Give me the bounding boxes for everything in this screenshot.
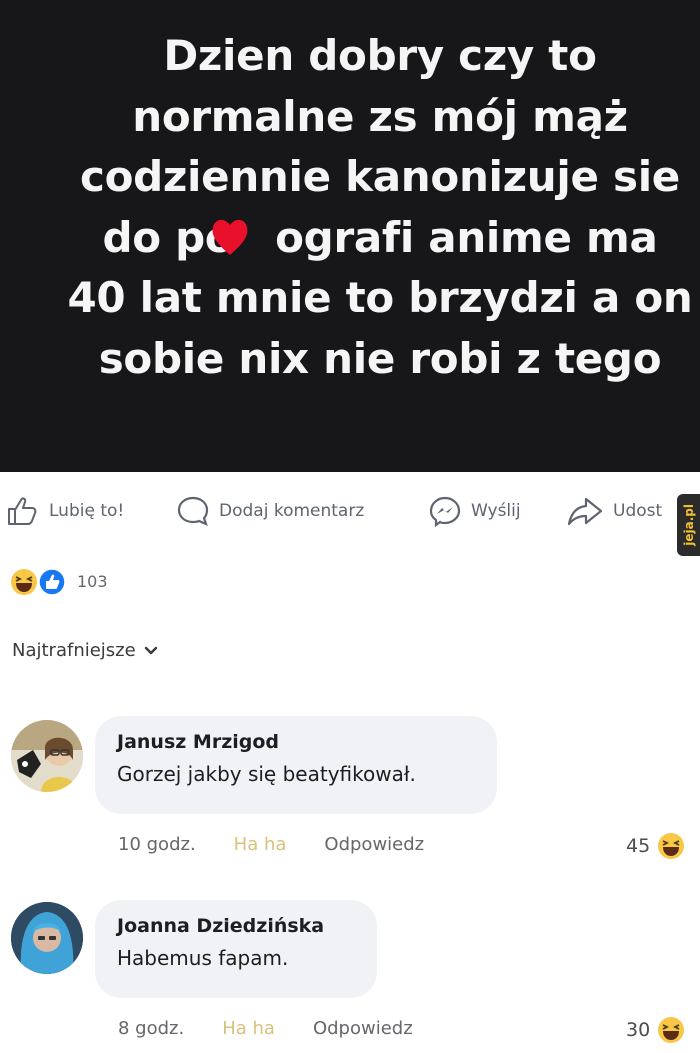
heart-sticker-icon xyxy=(212,219,248,255)
post-image[interactable]: Dzien dobry czy to normalne zs mój mąż c… xyxy=(0,0,700,472)
send-label: Wyślij xyxy=(471,501,521,521)
comment-time[interactable]: 8 godz. xyxy=(118,1018,184,1039)
comment-author[interactable]: Joanna Dziedzińska xyxy=(117,915,355,937)
comment: Joanna Dziedzińska Habemus fapam. 8 godz… xyxy=(0,900,700,1050)
comment-meta: 10 godz. Ha ha Odpowiedz xyxy=(118,834,424,855)
haha-emoji-icon xyxy=(658,1017,685,1043)
reply-link[interactable]: Odpowiedz xyxy=(324,834,424,855)
post-line: normalne zs mój mąż xyxy=(132,91,628,141)
post-line: 40 lat mnie to brzydzi a on xyxy=(67,273,693,322)
post-line: do po ografi anime ma xyxy=(102,212,658,262)
comment-button[interactable]: Dodaj komentarz xyxy=(176,494,364,528)
comment-sort-dropdown[interactable]: Najtrafniejsze xyxy=(12,640,158,661)
post-line: sobie nix nie robi z tego xyxy=(98,333,662,383)
thumbs-up-icon xyxy=(8,497,37,525)
comment-bubble: Joanna Dziedzińska Habemus fapam. xyxy=(95,900,377,998)
messenger-icon xyxy=(429,496,461,528)
like-button[interactable]: Lubię to! xyxy=(6,494,124,528)
comment: Janusz Mrzigod Gorzej jakby się beatyfik… xyxy=(0,716,700,866)
reaction-count: 103 xyxy=(77,571,108,591)
avatar[interactable] xyxy=(11,720,83,792)
share-label: Udost xyxy=(613,501,663,521)
post-line: Dzien dobry czy to xyxy=(163,31,597,80)
send-button[interactable]: Wyślij xyxy=(428,494,521,528)
haha-link[interactable]: Ha ha xyxy=(234,834,287,855)
haha-emoji-icon xyxy=(11,569,37,595)
comment-reactions[interactable]: 30 xyxy=(626,1015,686,1045)
comment-author[interactable]: Janusz Mrzigod xyxy=(117,731,475,753)
post-action-bar: Lubię to! Dodaj komentarz Wyślij Udost xyxy=(0,494,700,540)
comment-reaction-count: 45 xyxy=(626,835,651,857)
reactions-summary[interactable]: 103 xyxy=(10,565,108,597)
comment-text: Habemus fapam. xyxy=(117,946,289,970)
post-line: codziennie kanonizuje sie xyxy=(79,152,680,201)
sort-label: Najtrafniejsze xyxy=(12,640,136,661)
avatar[interactable] xyxy=(11,902,83,974)
avatar-photo xyxy=(11,902,83,974)
share-button[interactable]: Udost xyxy=(566,494,662,528)
chevron-down-icon xyxy=(144,646,157,654)
comment-meta: 8 godz. Ha ha Odpowiedz xyxy=(118,1018,413,1039)
comment-icon xyxy=(177,496,209,526)
avatar-photo xyxy=(11,720,83,792)
comment-label: Dodaj komentarz xyxy=(219,501,365,521)
like-label: Lubię to! xyxy=(49,501,125,521)
comment-time[interactable]: 10 godz. xyxy=(118,834,196,855)
haha-link[interactable]: Ha ha xyxy=(222,1018,275,1039)
comment-text: Gorzej jakby się beatyfikował. xyxy=(117,762,416,786)
haha-emoji-icon xyxy=(658,833,685,859)
watermark-text: jeja.pl xyxy=(681,504,696,546)
jeja-watermark: jeja.pl xyxy=(677,494,700,556)
reply-link[interactable]: Odpowiedz xyxy=(313,1018,413,1039)
comment-reaction-count: 30 xyxy=(626,1019,651,1041)
comment-bubble: Janusz Mrzigod Gorzej jakby się beatyfik… xyxy=(95,716,497,814)
post-text: Dzien dobry czy to normalne zs mój mąż c… xyxy=(0,26,700,389)
share-arrow-icon xyxy=(567,497,603,526)
like-reaction-icon xyxy=(38,568,66,596)
comment-reactions[interactable]: 45 xyxy=(626,831,686,861)
